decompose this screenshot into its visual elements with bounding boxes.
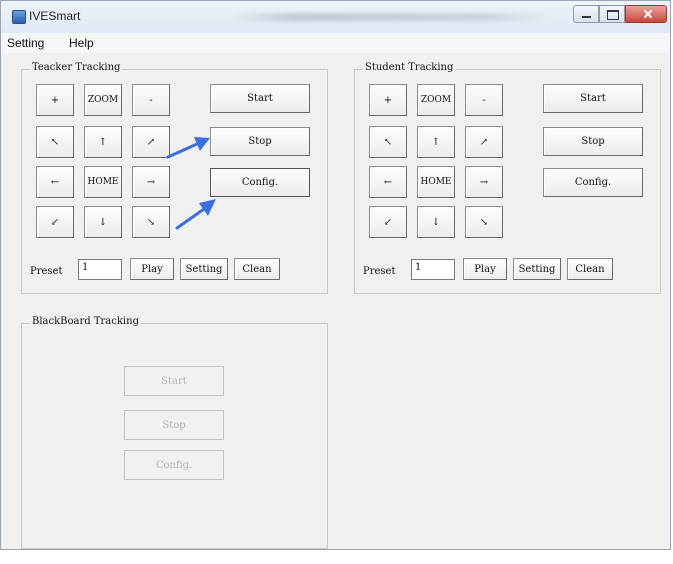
maximize-button[interactable] — [599, 5, 625, 23]
menu-bar: Setting Help — [1, 33, 670, 53]
close-button[interactable] — [625, 5, 667, 23]
window-title: IVESmart — [29, 9, 81, 23]
arrow-to-config-icon — [175, 199, 216, 230]
annotation-arrows — [166, 137, 216, 230]
client-area: Teacker Tracking + ZOOM - ↖ ↑ ↗ ← HOME →… — [1, 53, 670, 549]
arrow-to-stop-icon — [166, 137, 210, 159]
menu-setting[interactable]: Setting — [7, 36, 44, 50]
minimize-button[interactable] — [573, 5, 599, 23]
blurred-title-text — [231, 13, 551, 21]
menu-help[interactable]: Help — [69, 36, 94, 50]
app-icon — [12, 10, 26, 24]
title-bar[interactable]: IVESmart — [1, 1, 670, 33]
main-window: IVESmart Setting Help Teacker Tracking +… — [0, 0, 671, 550]
